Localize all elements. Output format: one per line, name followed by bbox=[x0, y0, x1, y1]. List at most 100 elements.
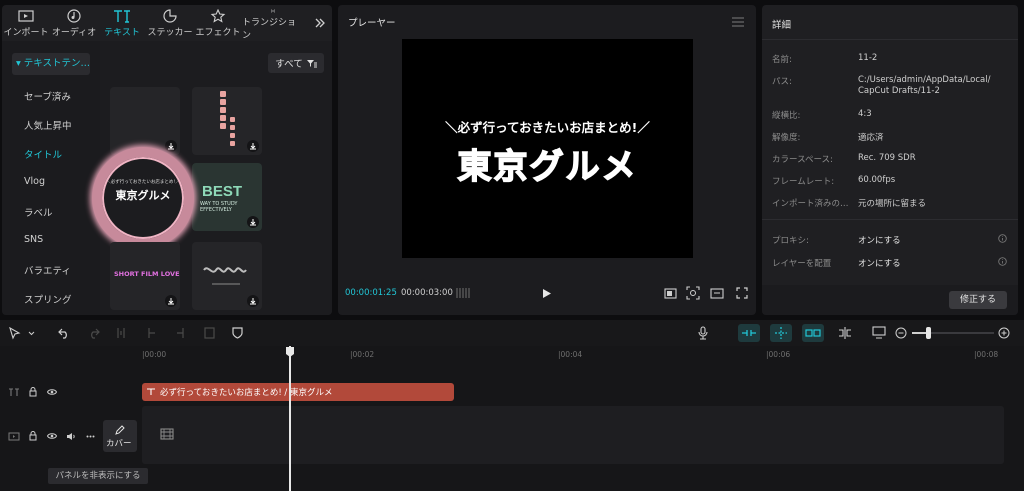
ruler-tick: |00:02 bbox=[350, 350, 375, 359]
trim-left-icon bbox=[148, 328, 155, 338]
shield-icon[interactable] bbox=[232, 327, 243, 339]
modify-button[interactable]: 修正する bbox=[949, 291, 1007, 309]
tab-effects[interactable]: エフェクト bbox=[194, 5, 242, 41]
zoom-fit-icon[interactable] bbox=[686, 286, 700, 300]
ruler-tick: |00:04 bbox=[558, 350, 583, 359]
dragged-ring-template[interactable]: ＼必ず行っておきたいお店まとめ!／ 東京グルメ bbox=[92, 147, 194, 249]
overlay-subtitle: ＼必ず行っておきたいお店まとめ!／ bbox=[445, 120, 650, 135]
detail-key-imported: インポート済みの… bbox=[772, 199, 849, 209]
resource-tabs: インポート オーディオ テキスト ステッカー エフェクト トランジション bbox=[2, 5, 332, 41]
total-time: 00:00:03:00 bbox=[401, 288, 453, 298]
layer-toggle[interactable]: オンにする bbox=[858, 257, 901, 269]
zoom-slider-track[interactable] bbox=[912, 327, 994, 339]
playhead-handle[interactable] bbox=[285, 346, 295, 358]
template-thumb[interactable]: SHORT FILM LOVE bbox=[110, 242, 180, 310]
tab-import[interactable]: インポート bbox=[2, 5, 50, 41]
redo-icon bbox=[91, 328, 100, 339]
sidebar-item-title[interactable]: タイトル bbox=[24, 147, 62, 161]
detail-key-name: 名前: bbox=[772, 55, 792, 65]
download-icon[interactable] bbox=[247, 216, 259, 228]
linkage-icon bbox=[805, 329, 821, 337]
download-icon[interactable] bbox=[165, 295, 177, 307]
detail-key-proxy: プロキシ: bbox=[772, 236, 809, 246]
details-title: 詳細 bbox=[772, 20, 792, 31]
menu-icon[interactable] bbox=[732, 17, 744, 27]
info-icon[interactable] bbox=[998, 234, 1007, 243]
main-video-track[interactable] bbox=[142, 406, 1004, 464]
template-thumb[interactable]: BEST WAY TO STUDY EFFECTIVELY bbox=[192, 163, 262, 231]
more-options-icon[interactable] bbox=[86, 435, 95, 438]
sidebar-item-sns[interactable]: SNS bbox=[24, 234, 43, 245]
sidebar-item-label[interactable]: ラベル bbox=[24, 205, 53, 219]
sidebar-item-spring[interactable]: スプリング bbox=[24, 292, 72, 306]
undo-icon[interactable] bbox=[58, 327, 70, 339]
detail-key-aspect: 縦横比: bbox=[772, 111, 801, 121]
timeline[interactable]: 必ず行っておきたいお店まとめ! / 東京グルメ カバー パネルを非表示にする bbox=[0, 346, 1024, 491]
details-panel: 詳細 名前: 11-2 パス: C:/Users/admin/AppData/L… bbox=[762, 5, 1018, 315]
chevron-down-icon[interactable] bbox=[28, 331, 35, 336]
fullscreen-icon[interactable] bbox=[736, 287, 748, 299]
filter-icon bbox=[306, 59, 317, 67]
tab-transition[interactable]: トランジション bbox=[242, 5, 304, 41]
cover-button[interactable]: カバー bbox=[103, 420, 137, 452]
sidebar-item-vlog[interactable]: Vlog bbox=[24, 176, 45, 187]
download-icon[interactable] bbox=[165, 140, 177, 152]
sticker-icon bbox=[163, 9, 177, 23]
lock-icon[interactable] bbox=[29, 387, 37, 397]
speaker-icon[interactable] bbox=[66, 432, 76, 441]
preview-canvas[interactable]: ＼必ず行っておきたいお店まとめ!／ 東京グルメ bbox=[402, 39, 693, 258]
sidebar-item-variety[interactable]: バラエティ bbox=[24, 263, 71, 277]
sidebar-item-saved[interactable]: セーブ済み bbox=[24, 89, 71, 103]
overlay-title: 東京グルメ bbox=[457, 146, 638, 188]
download-icon[interactable] bbox=[247, 295, 259, 307]
preview-axis-icon[interactable] bbox=[872, 326, 886, 339]
microphone-icon[interactable] bbox=[698, 326, 708, 340]
ring-big-text: 東京グルメ bbox=[115, 189, 171, 202]
more-tabs-icon[interactable] bbox=[314, 17, 326, 29]
magnet-toggle[interactable] bbox=[738, 324, 760, 342]
download-icon[interactable] bbox=[247, 140, 259, 152]
zoom-out-icon[interactable] bbox=[895, 327, 907, 339]
template-thumb[interactable] bbox=[192, 242, 262, 310]
effects-icon bbox=[210, 9, 226, 23]
zoom-slider-thumb[interactable] bbox=[926, 327, 931, 339]
template-thumb[interactable] bbox=[110, 87, 180, 155]
text-clip[interactable]: 必ず行っておきたいお店まとめ! / 東京グルメ bbox=[142, 383, 454, 401]
tab-audio[interactable]: オーディオ bbox=[50, 5, 98, 41]
trim-right-icon bbox=[177, 328, 184, 338]
tab-sticker[interactable]: ステッカー bbox=[146, 5, 194, 41]
detail-key-path: パス: bbox=[772, 77, 792, 87]
sidebar-item-trending[interactable]: 人気上昇中 bbox=[24, 118, 72, 132]
hide-panel-tooltip: パネルを非表示にする bbox=[48, 468, 148, 484]
playhead-line bbox=[289, 346, 291, 491]
filter-all-label: すべて bbox=[275, 59, 303, 70]
auto-snap-toggle[interactable] bbox=[770, 324, 792, 342]
tab-text-label: テキスト bbox=[104, 28, 140, 38]
eye-icon[interactable] bbox=[47, 432, 57, 440]
detail-key-layer: レイヤーを配置 bbox=[772, 259, 832, 269]
tab-effects-label: エフェクト bbox=[195, 28, 241, 38]
linkage-toggle[interactable] bbox=[802, 324, 824, 342]
proxy-toggle[interactable]: オンにする bbox=[858, 234, 901, 246]
safe-zone-icon[interactable] bbox=[664, 288, 677, 299]
lock-icon[interactable] bbox=[29, 431, 37, 441]
sidebar-text-templates[interactable]: ▾ テキストテン… bbox=[12, 53, 90, 75]
play-icon[interactable] bbox=[542, 288, 552, 299]
ratio-icon[interactable] bbox=[710, 288, 724, 299]
filter-all-button[interactable]: すべて bbox=[268, 53, 324, 73]
cover-label: カバー bbox=[106, 439, 132, 449]
current-time: 00:00:01:25 bbox=[345, 288, 397, 298]
select-cursor-icon[interactable] bbox=[9, 327, 21, 340]
divider bbox=[762, 219, 1018, 220]
film-icon bbox=[160, 428, 174, 440]
info-icon[interactable] bbox=[998, 257, 1007, 266]
split-screen-icon[interactable] bbox=[838, 326, 852, 340]
eye-icon[interactable] bbox=[47, 388, 57, 396]
import-icon bbox=[18, 10, 34, 22]
detail-value-colorspace: Rec. 709 SDR bbox=[858, 153, 916, 163]
detail-value-aspect: 4:3 bbox=[858, 109, 872, 119]
zoom-in-icon[interactable] bbox=[998, 327, 1010, 339]
ruler-tick: |00:06 bbox=[766, 350, 791, 359]
template-thumb[interactable] bbox=[192, 87, 262, 155]
tab-text[interactable]: テキスト bbox=[98, 5, 146, 41]
